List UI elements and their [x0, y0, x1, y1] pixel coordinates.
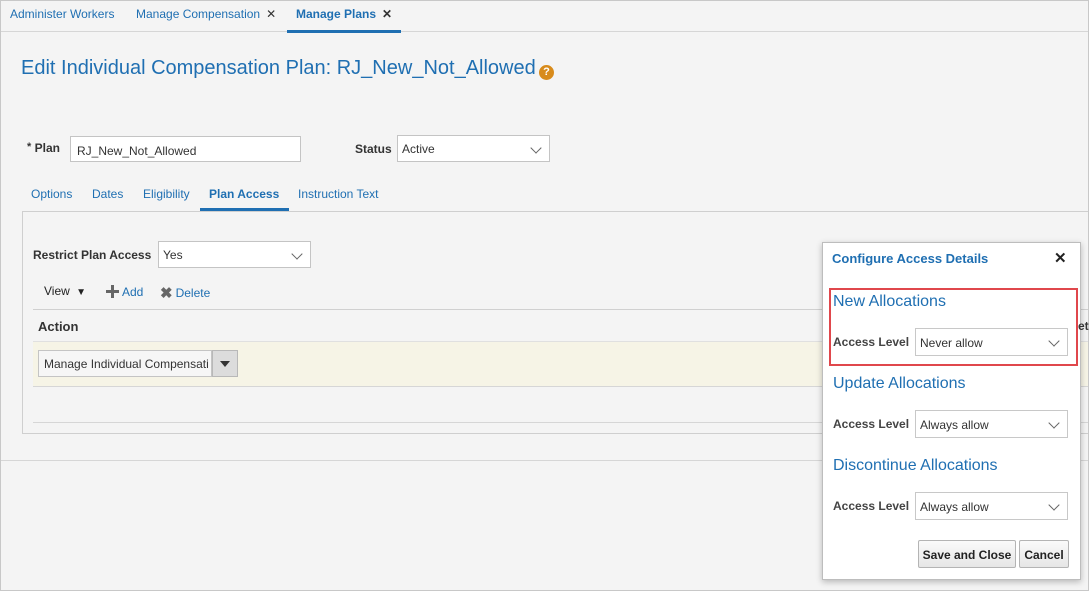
restrict-value: Yes	[163, 248, 183, 262]
chevron-down-icon	[530, 142, 542, 154]
update-allocations-access-level-select[interactable]: Always allow	[915, 410, 1068, 438]
dialog-title: Configure Access Details	[832, 251, 989, 266]
save-and-close-button[interactable]: Save and Close	[918, 540, 1016, 568]
add-button[interactable]: Add	[106, 285, 143, 299]
action-combobox-input[interactable]: Manage Individual Compensati	[38, 350, 212, 377]
plan-label-text: Plan	[34, 141, 60, 155]
status-value: Active	[402, 142, 435, 156]
status-label: Status	[355, 142, 392, 156]
plan-label: * Plan	[27, 141, 60, 155]
restrict-plan-access-label: Restrict Plan Access	[33, 248, 152, 262]
caret-down-icon	[220, 361, 230, 367]
close-icon[interactable]: ✕	[266, 7, 276, 21]
tab-label: Manage Compensation	[136, 7, 261, 21]
tab-options[interactable]: Options	[31, 187, 72, 201]
status-select[interactable]: Active	[397, 135, 550, 162]
tab-manage-plans[interactable]: Manage Plans ✕	[287, 7, 402, 33]
section-title-discontinue-allocations: Discontinue Allocations	[833, 457, 998, 474]
delete-button[interactable]: ✖ Delete	[160, 284, 210, 302]
highlight-box	[829, 288, 1078, 366]
delete-label: Delete	[175, 286, 211, 300]
tab-label: Administer Workers	[10, 7, 115, 21]
close-icon[interactable]: ✕	[382, 7, 392, 21]
tab-dates[interactable]: Dates	[92, 187, 123, 201]
chevron-down-icon	[1048, 417, 1060, 429]
add-label: Add	[122, 285, 144, 299]
tab-administer-workers[interactable]: Administer Workers	[10, 7, 114, 32]
required-marker: *	[27, 141, 32, 153]
help-icon[interactable]: ?	[539, 65, 554, 80]
restrict-plan-access-select[interactable]: Yes	[158, 241, 311, 268]
tab-label: Manage Plans	[296, 7, 377, 21]
tab-instruction-text[interactable]: Instruction Text	[298, 187, 378, 201]
plus-icon	[106, 285, 119, 298]
access-level-value: Always allow	[920, 500, 989, 514]
action-combobox-button[interactable]	[212, 350, 238, 377]
section-title-update-allocations: Update Allocations	[833, 375, 966, 392]
column-header-action: Action	[38, 319, 79, 334]
close-icon[interactable]: ✕	[1054, 249, 1067, 267]
column-header-partial: et	[1078, 319, 1089, 333]
page-title: Edit Individual Compensation Plan: RJ_Ne…	[21, 57, 536, 79]
tab-manage-compensation[interactable]: Manage Compensation ✕	[136, 7, 276, 32]
view-label: View	[44, 284, 70, 298]
tab-eligibility[interactable]: Eligibility	[143, 187, 190, 201]
discontinue-allocations-access-level-select[interactable]: Always allow	[915, 492, 1068, 520]
chevron-down-icon	[291, 248, 303, 260]
view-menu[interactable]: View ▼	[44, 284, 86, 298]
tab-plan-access[interactable]: Plan Access	[209, 187, 279, 201]
delete-icon: ✖	[160, 285, 173, 302]
cancel-button[interactable]: Cancel	[1019, 540, 1069, 568]
access-level-value: Always allow	[920, 418, 989, 432]
access-level-label: Access Level	[833, 417, 910, 431]
access-level-label: Access Level	[833, 499, 910, 513]
chevron-down-icon	[1048, 499, 1060, 511]
caret-down-icon: ▼	[76, 287, 87, 298]
plan-input[interactable]: RJ_New_Not_Allowed	[70, 136, 301, 162]
